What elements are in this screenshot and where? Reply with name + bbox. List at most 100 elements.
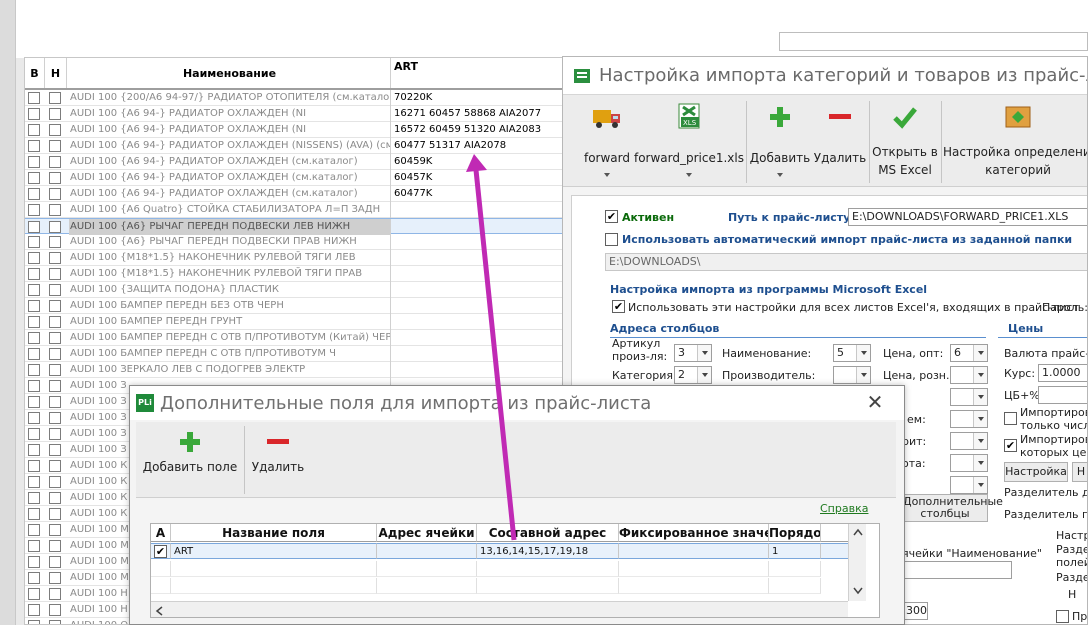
row-composite[interactable]: 13,16,14,15,17,19,18 (477, 543, 619, 559)
extra-select-1[interactable] (950, 388, 988, 406)
row-b-checkbox[interactable] (28, 460, 40, 472)
row-art[interactable]: 60457K (392, 170, 563, 186)
row-checkbox[interactable]: ✔ (154, 545, 167, 558)
price-opt-select[interactable]: 6 (950, 344, 988, 362)
extra-fields-button[interactable]: Дополнительные столбцы (902, 494, 1003, 522)
row-n-checkbox[interactable] (49, 412, 61, 424)
row-art[interactable]: 16572 60459 51320 AIA2083 (392, 122, 563, 138)
right-checkbox[interactable] (1056, 610, 1069, 623)
chevron-down-icon[interactable] (853, 587, 863, 595)
row-art[interactable] (392, 219, 563, 235)
table-row[interactable]: AUDI 100 {M18*1.5} НАКОНЕЧНИК РУЛЕВОЙ ТЯ… (25, 250, 563, 266)
row-name[interactable]: AUDI 100 {A6 94-} РАДИАТОР ОХЛАЖДЕН (NI (69, 106, 391, 122)
row-b-checkbox[interactable] (28, 620, 40, 624)
add-button[interactable]: Добавить (749, 95, 811, 187)
table-row[interactable]: AUDI 100 {A6 94-} РАДИАТОР ОХЛАЖДЕН (см.… (25, 186, 563, 202)
row-b-checkbox[interactable] (28, 140, 40, 152)
table-row[interactable]: AUDI 100 {A6 94-} РАДИАТОР ОХЛАЖДЕН (NI 1… (25, 122, 563, 138)
row-name[interactable]: AUDI 100 ЗЕРКАЛО ЛЕВ С ПОДОГРЕВ ЭЛЕКТР (69, 362, 391, 378)
row-n-checkbox[interactable] (49, 236, 61, 248)
rate-field[interactable]: 1.0000 (1038, 364, 1087, 382)
row-n-checkbox[interactable] (49, 556, 61, 568)
row-n-checkbox[interactable] (49, 348, 61, 360)
row-b-checkbox[interactable] (28, 348, 40, 360)
add-field-button[interactable]: Добавить поле (140, 422, 240, 498)
row-name[interactable]: AUDI 100 {A6 94-} РАДИАТОР ОХЛАЖДЕН (NI (69, 122, 391, 138)
row-name[interactable]: AUDI 100 БАМПЕР ПЕРЕДН БЕЗ ОТВ ЧЕРН (69, 298, 391, 314)
open-excel-button[interactable]: Открыть в MS Excel (871, 95, 939, 187)
table-row[interactable]: AUDI 100 {200/A6 94-97/} РАДИАТОР ОТОПИТ… (25, 90, 563, 106)
row-n-checkbox[interactable] (49, 380, 61, 392)
row-b-checkbox[interactable] (28, 108, 40, 120)
table-row[interactable]: AUDI 100 {A6} РЫЧАГ ПЕРЕДН ПОДВЕСКИ ЛЕВ … (25, 218, 563, 235)
row-n-checkbox[interactable] (49, 572, 61, 584)
row-b-checkbox[interactable] (28, 492, 40, 504)
table-row[interactable]: AUDI 100 {A6 94-} РАДИАТОР ОХЛАЖДЕН (см.… (25, 170, 563, 186)
row-n-checkbox[interactable] (49, 476, 61, 488)
row-b-checkbox[interactable] (28, 236, 40, 248)
row-name[interactable]: AUDI 100 {M18*1.5} НАКОНЕЧНИК РУЛЕВОЙ ТЯ… (69, 250, 391, 266)
row-art[interactable] (392, 330, 563, 346)
extra-select-2[interactable] (950, 410, 988, 428)
row-name[interactable]: AUDI 100 БАМПЕР ПЕРЕДН С ОТВ П/ПРОТИВОТУ… (69, 330, 391, 346)
price-settings-button[interactable]: Настройка (1004, 462, 1068, 482)
row-n-checkbox[interactable] (49, 188, 61, 200)
row-n-checkbox[interactable] (49, 252, 61, 264)
delete-button[interactable]: Удалить (813, 95, 867, 187)
row-name[interactable]: AUDI 100 БАМПЕР ПЕРЕДН С ОТВ П/ПРОТИВОТУ… (69, 346, 391, 362)
row-b-checkbox[interactable] (28, 204, 40, 216)
row-art[interactable] (392, 266, 563, 282)
row-n-checkbox[interactable] (49, 124, 61, 136)
folder-field[interactable]: E:\DOWNLOADS\ (605, 253, 1087, 271)
cb-field[interactable] (1038, 386, 1087, 404)
row-b-checkbox[interactable] (28, 540, 40, 552)
row-name[interactable]: AUDI 100 {200/A6 94-97/} РАДИАТОР ОТОПИТ… (69, 90, 391, 106)
row-n-checkbox[interactable] (49, 92, 61, 104)
row-art[interactable] (392, 250, 563, 266)
price-settings-button-2[interactable]: Н (1072, 462, 1087, 482)
row-n-checkbox[interactable] (49, 316, 61, 328)
table-row[interactable]: AUDI 100 БАМПЕР ПЕРЕДН С ОТВ П/ПРОТИВОТУ… (25, 346, 563, 362)
row-n-checkbox[interactable] (49, 508, 61, 520)
row-name[interactable]: AUDI 100 {A6 94-} РАДИАТОР ОХЛАЖДЕН (см.… (69, 154, 391, 170)
row-b-checkbox[interactable] (28, 156, 40, 168)
manufacturer-column-select[interactable] (833, 366, 871, 384)
small-value-field[interactable]: 300 (902, 602, 928, 620)
row-b-checkbox[interactable] (28, 572, 40, 584)
row-n-checkbox[interactable] (49, 221, 61, 233)
table-row[interactable]: AUDI 100 {A6 94-} РАДИАТОР ОХЛАЖДЕН (NIS… (25, 138, 563, 154)
extra-select-4[interactable] (950, 454, 988, 472)
row-art[interactable] (392, 362, 563, 378)
row-b-checkbox[interactable] (28, 556, 40, 568)
row-art[interactable] (392, 234, 563, 250)
row-n-checkbox[interactable] (49, 204, 61, 216)
row-b-checkbox[interactable] (28, 604, 40, 616)
horizontal-scrollbar[interactable] (151, 601, 848, 617)
import-with-price-checkbox[interactable]: ✔ (1004, 439, 1017, 452)
col-name-header[interactable]: Наименование (69, 58, 391, 88)
price-retail-select[interactable] (950, 366, 988, 384)
row-n-checkbox[interactable] (49, 396, 61, 408)
row-b-checkbox[interactable] (28, 428, 40, 440)
import-numbers-checkbox[interactable] (1004, 412, 1017, 425)
row-n-checkbox[interactable] (49, 620, 61, 624)
row-name[interactable]: AUDI 100 БАМПЕР ПЕРЕДН ГРУНТ (69, 314, 391, 330)
row-art[interactable]: 60459K (392, 154, 563, 170)
auto-import-checkbox[interactable] (605, 233, 618, 246)
row-name[interactable]: AUDI 100 {A6} РЫЧАГ ПЕРЕДН ПОДВЕСКИ ПРАВ… (69, 234, 391, 250)
row-name[interactable]: AUDI 100 {A6 94-} РАДИАТОР ОХЛАЖДЕН (NIS… (69, 138, 391, 154)
article-column-select[interactable]: 3 (674, 344, 712, 362)
row-name[interactable]: AUDI 100 {ЗАЩИТА ПОДОНА} ПЛАСТИК (69, 282, 391, 298)
table-row[interactable]: AUDI 100 {A6 94-} РАДИАТОР ОХЛАЖДЕН (NI 1… (25, 106, 563, 122)
vertical-scrollbar[interactable] (848, 524, 866, 601)
row-n-checkbox[interactable] (49, 300, 61, 312)
row-art[interactable] (392, 298, 563, 314)
row-field-name[interactable]: ART (171, 543, 377, 559)
row-n-checkbox[interactable] (49, 524, 61, 536)
row-art[interactable]: 60477K (392, 186, 563, 202)
col-order-header[interactable]: Порядок (769, 524, 821, 542)
delete-field-button[interactable]: Удалить (248, 422, 308, 498)
row-b-checkbox[interactable] (28, 588, 40, 600)
row-n-checkbox[interactable] (49, 268, 61, 280)
forward-price-button[interactable]: XLS forward_price1.xls (633, 95, 745, 187)
